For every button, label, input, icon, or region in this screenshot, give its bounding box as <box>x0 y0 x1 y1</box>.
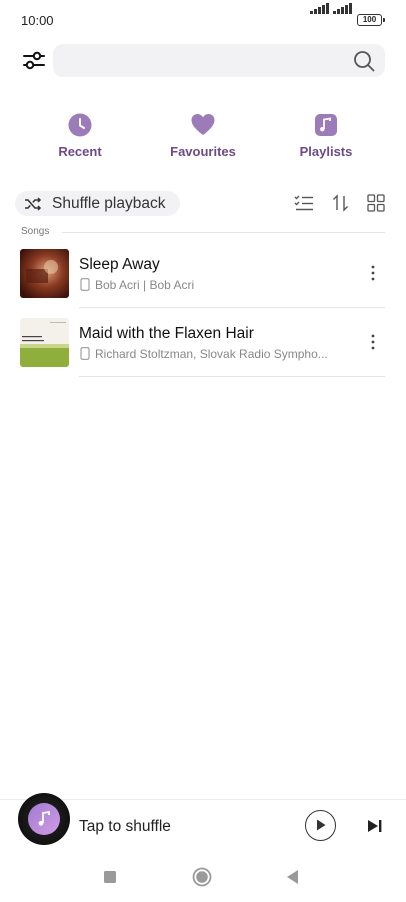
song-title: Maid with the Flaxen Hair <box>79 325 254 342</box>
device-icon <box>80 278 90 291</box>
battery-level: 100 <box>362 15 377 24</box>
music-note-icon <box>38 810 50 826</box>
song-row[interactable]: Sleep Away Bob Acri | Bob Acri <box>0 249 406 317</box>
song-artist: Richard Stoltzman, Slovak Radio Sympho..… <box>95 347 328 361</box>
next-track-icon[interactable] <box>366 817 384 835</box>
battery-icon: 100 <box>357 14 385 26</box>
playlists-button[interactable]: Playlists <box>266 112 386 162</box>
music-note-icon <box>315 114 337 136</box>
row-divider <box>79 307 385 308</box>
status-bar: 10:00 100 <box>0 0 406 40</box>
favourites-label: Favourites <box>170 144 236 159</box>
songs-section-title: Songs <box>21 226 50 237</box>
tap-to-shuffle-label[interactable]: Tap to shuffle <box>79 818 171 836</box>
clock-icon <box>68 113 92 137</box>
back-nav-icon[interactable] <box>282 866 304 888</box>
recent-label: Recent <box>58 144 102 159</box>
home-nav-icon[interactable] <box>191 866 213 888</box>
play-icon <box>317 819 326 831</box>
grid-view-icon[interactable] <box>366 193 386 213</box>
song-row[interactable]: Maid with the Flaxen Hair Richard Stoltz… <box>0 318 406 386</box>
shuffle-icon <box>25 197 42 211</box>
row-divider <box>79 376 385 377</box>
shuffle-playback-button[interactable]: Shuffle playback <box>15 191 180 216</box>
favourites-button[interactable]: Favourites <box>143 112 263 162</box>
shuffle-playback-label: Shuffle playback <box>52 195 166 212</box>
album-art <box>20 318 69 367</box>
status-time: 10:00 <box>21 13 54 28</box>
song-title: Sleep Away <box>79 256 160 273</box>
album-art <box>20 249 69 298</box>
multi-select-icon[interactable] <box>294 193 314 213</box>
search-icon[interactable] <box>353 50 375 72</box>
sliders-icon <box>23 51 45 70</box>
song-artist: Bob Acri | Bob Acri <box>95 278 195 292</box>
play-button[interactable] <box>305 810 336 841</box>
section-divider <box>62 232 385 233</box>
recent-button[interactable]: Recent <box>20 112 140 162</box>
search-input[interactable] <box>53 44 385 77</box>
device-icon <box>80 347 90 360</box>
playlists-label: Playlists <box>299 144 353 159</box>
recents-nav-icon[interactable] <box>99 866 121 888</box>
sort-icon[interactable] <box>331 193 351 213</box>
filter-button[interactable] <box>20 49 48 73</box>
more-options-icon[interactable] <box>364 263 382 283</box>
more-options-icon[interactable] <box>364 332 382 352</box>
heart-icon <box>191 114 215 135</box>
now-playing-disc[interactable] <box>18 793 70 845</box>
